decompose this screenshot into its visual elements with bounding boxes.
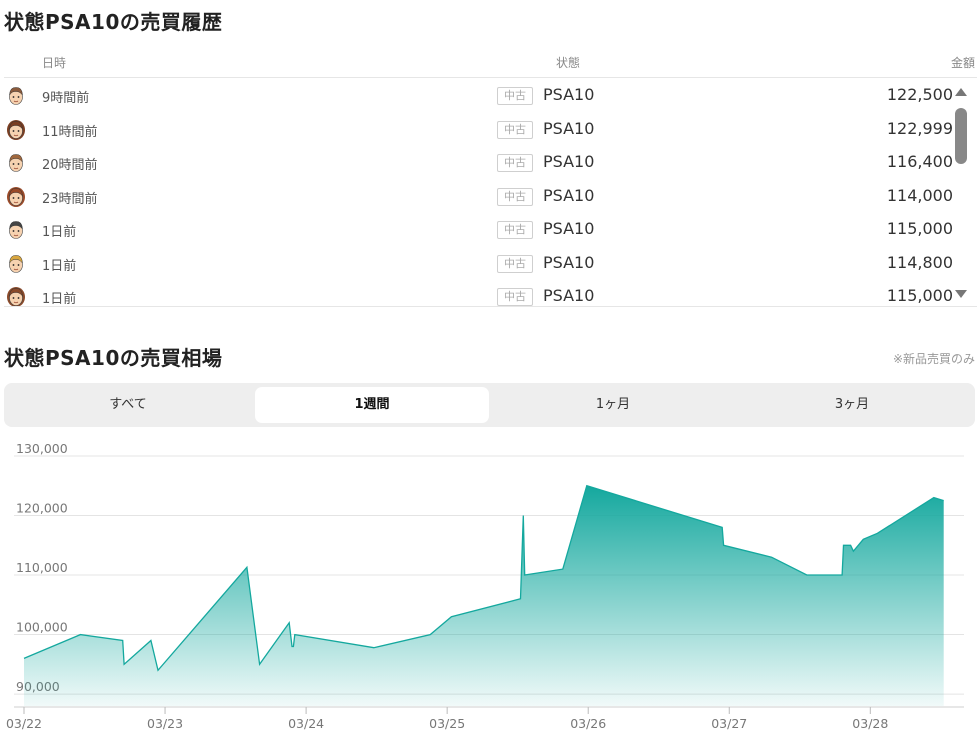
row-time: 20時間前 bbox=[42, 158, 98, 173]
row-condition: PSA10 bbox=[543, 219, 595, 238]
tab-3-month[interactable]: 3ヶ月 bbox=[732, 387, 972, 423]
row-price: 115,000 bbox=[886, 286, 953, 305]
scroll-thumb[interactable] bbox=[955, 108, 967, 164]
y-tick-label: 120,000 bbox=[16, 500, 68, 515]
row-price: 114,000 bbox=[886, 185, 953, 205]
avatar-female-icon bbox=[7, 119, 25, 140]
table-row[interactable]: 23時間前 中古 PSA10 114,000 bbox=[4, 180, 977, 214]
used-badge: 中古 bbox=[497, 87, 533, 105]
avatar-male-icon bbox=[9, 87, 23, 105]
series-area bbox=[24, 485, 944, 706]
new-only-note: ※新品売買のみ bbox=[892, 352, 975, 366]
x-tick-label: 03/28 bbox=[852, 716, 888, 731]
table-row[interactable]: 1日前 中古 PSA10 115,000 bbox=[4, 213, 977, 247]
tab-1-month[interactable]: 1ヶ月 bbox=[492, 387, 734, 423]
tab-1-week[interactable]: 1週間 bbox=[255, 387, 489, 423]
x-tick-label: 03/27 bbox=[711, 716, 747, 731]
avatar-female-icon bbox=[7, 287, 25, 306]
row-price: 115,000 bbox=[886, 219, 953, 238]
used-badge: 中古 bbox=[497, 154, 533, 172]
avatar-male-icon bbox=[9, 254, 23, 273]
column-header-condition: 状態 bbox=[556, 56, 581, 70]
market-title: 状態PSA10の売買相場 bbox=[4, 346, 223, 370]
row-condition: PSA10 bbox=[543, 152, 595, 171]
used-badge: 中古 bbox=[497, 120, 533, 139]
row-time: 23時間前 bbox=[42, 191, 98, 207]
table-row[interactable]: 1日前 中古 PSA10 115,000 bbox=[4, 280, 977, 307]
x-tick-label: 03/25 bbox=[429, 716, 465, 731]
row-time: 1日前 bbox=[42, 225, 77, 240]
row-condition: PSA10 bbox=[543, 85, 595, 104]
y-tick-label: 100,000 bbox=[16, 620, 68, 635]
used-badge: 中古 bbox=[497, 254, 533, 273]
column-header-date: 日時 bbox=[42, 56, 67, 70]
tab-all[interactable]: すべて bbox=[8, 387, 248, 423]
column-header-price: 金額 bbox=[950, 56, 975, 70]
x-tick-label: 03/24 bbox=[288, 716, 324, 731]
used-badge: 中古 bbox=[497, 187, 533, 206]
scroll-down-arrow-icon[interactable] bbox=[955, 290, 967, 298]
row-price: 122,999 bbox=[886, 118, 953, 138]
avatar-male-icon bbox=[9, 154, 23, 172]
x-tick-label: 03/26 bbox=[570, 716, 606, 731]
row-time: 9時間前 bbox=[42, 91, 90, 106]
row-time: 11時間前 bbox=[42, 124, 98, 140]
scroll-up-arrow-icon[interactable] bbox=[955, 88, 967, 96]
y-tick-label: 130,000 bbox=[16, 441, 68, 456]
x-tick-label: 03/23 bbox=[147, 716, 183, 731]
avatar-male-icon bbox=[9, 221, 23, 239]
table-row[interactable]: 9時間前 中古 PSA10 122,500 bbox=[4, 79, 977, 113]
row-condition: PSA10 bbox=[543, 185, 595, 205]
row-condition: PSA10 bbox=[543, 252, 595, 272]
x-tick-label: 03/22 bbox=[6, 716, 42, 731]
row-condition: PSA10 bbox=[543, 118, 595, 138]
price-area-chart: 90,000100,000110,000120,000130,00003/220… bbox=[6, 441, 964, 731]
history-table-body[interactable]: 9時間前 中古 PSA10 122,500 11時間前 中古 PSA10 122,999 20時… bbox=[4, 79, 977, 307]
used-badge: 中古 bbox=[497, 221, 533, 239]
history-table-header: 日時 状態 金額 bbox=[4, 50, 977, 78]
row-condition: PSA10 bbox=[543, 286, 595, 305]
avatar-female-icon bbox=[7, 186, 25, 207]
table-row[interactable]: 11時間前 中古 PSA10 122,999 bbox=[4, 113, 977, 147]
table-row[interactable]: 20時間前 中古 PSA10 116,400 bbox=[4, 146, 977, 180]
row-price: 116,400 bbox=[886, 152, 953, 171]
period-tabs: すべて 1週間 1ヶ月 3ヶ月 bbox=[4, 383, 975, 427]
y-tick-label: 110,000 bbox=[16, 560, 68, 575]
used-badge: 中古 bbox=[497, 288, 533, 306]
history-title: 状態PSA10の売買履歴 bbox=[4, 10, 223, 34]
table-row[interactable]: 1日前 中古 PSA10 114,800 bbox=[4, 247, 977, 281]
history-scrollbar[interactable] bbox=[953, 84, 969, 302]
row-price: 114,800 bbox=[886, 252, 953, 272]
row-time: 1日前 bbox=[42, 292, 77, 307]
row-time: 1日前 bbox=[42, 258, 77, 274]
row-price: 122,500 bbox=[886, 85, 953, 104]
